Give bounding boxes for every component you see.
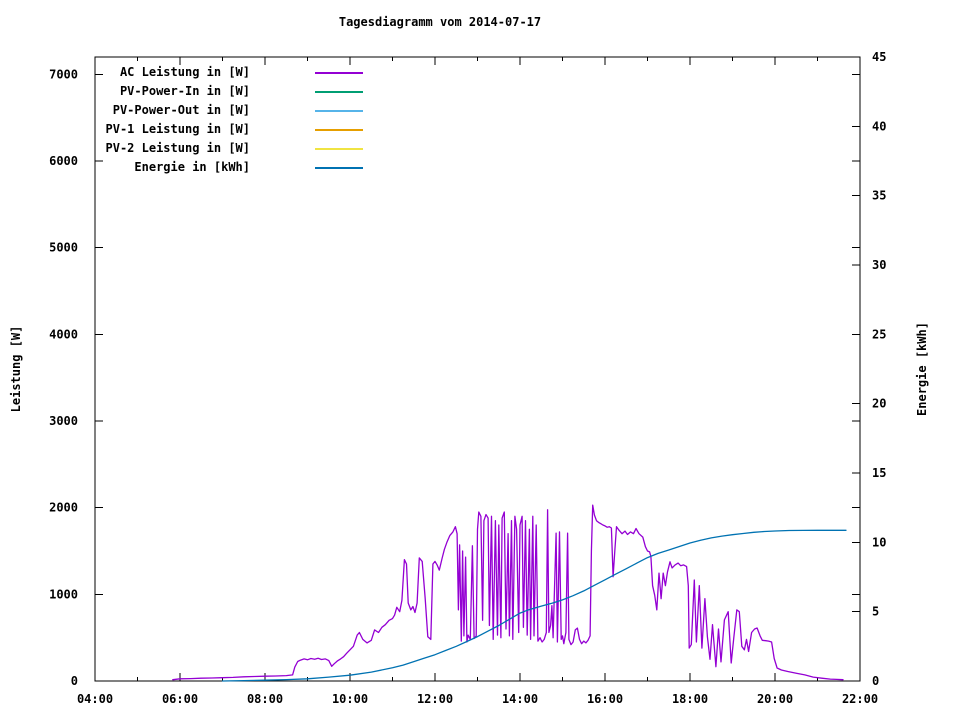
y2-axis: 0 5 10 15 20 25 30 35 40 45 [852, 50, 886, 688]
x-tick-label: 06:00 [162, 692, 198, 706]
legend-color-sample [315, 128, 363, 131]
legend-color-sample [315, 166, 363, 169]
legend-item: PV-Power-In in [W] [95, 81, 363, 100]
y2-tick-label: 0 [872, 674, 879, 688]
x-tick-label: 10:00 [332, 692, 368, 706]
y2-tick-label: 45 [872, 50, 886, 64]
legend-item: PV-1 Leistung in [W] [95, 119, 363, 138]
y-tick-label: 5000 [49, 241, 78, 255]
legend-color-sample [315, 90, 363, 93]
legend: AC Leistung in [W] PV-Power-In in [W] PV-P… [95, 62, 363, 176]
series-lines [172, 504, 847, 682]
y-tick-label: 7000 [49, 67, 78, 81]
x-tick-label: 04:00 [77, 692, 113, 706]
legend-color-sample [315, 109, 363, 112]
y2-tick-label: 10 [872, 535, 886, 549]
tagesdiagramm-chart: Tagesdiagramm vom 2014-07-17 Leistung [W… [0, 0, 960, 720]
y2-tick-label: 25 [872, 327, 886, 341]
legend-label: PV-1 Leistung in [W] [105, 122, 251, 136]
legend-item: Energie in [kWh] [95, 157, 363, 176]
legend-color-sample [315, 71, 363, 74]
y-tick-label: 1000 [49, 587, 78, 601]
legend-item: AC Leistung in [W] [95, 62, 363, 81]
y2-tick-label: 35 [872, 189, 886, 203]
x-tick-label: 16:00 [587, 692, 623, 706]
x-tick-label: 14:00 [502, 692, 538, 706]
y2-tick-label: 20 [872, 397, 886, 411]
x-tick-label: 20:00 [757, 692, 793, 706]
y-tick-label: 4000 [49, 327, 78, 341]
x-tick-label: 22:00 [842, 692, 878, 706]
legend-label: PV-2 Leistung in [W] [105, 141, 251, 155]
y-tick-label: 3000 [49, 414, 78, 428]
y2-tick-label: 40 [872, 119, 886, 133]
y-tick-label: 6000 [49, 154, 78, 168]
legend-label: PV-Power-Out in [W] [112, 103, 250, 117]
y2-tick-label: 15 [872, 466, 886, 480]
y-tick-label: 2000 [49, 501, 78, 515]
y2-tick-label: 5 [872, 605, 879, 619]
y-tick-label: 0 [71, 674, 78, 688]
y2-tick-label: 30 [872, 258, 886, 272]
series-line-ac-leistung-in-w [172, 504, 844, 681]
x-tick-label: 18:00 [672, 692, 708, 706]
x-tick-label: 12:00 [417, 692, 453, 706]
legend-item: PV-2 Leistung in [W] [95, 138, 363, 157]
legend-label: PV-Power-In in [W] [119, 84, 250, 98]
x-tick-label: 08:00 [247, 692, 283, 706]
legend-color-sample [315, 147, 363, 150]
legend-item: PV-Power-Out in [W] [95, 100, 363, 119]
legend-label: AC Leistung in [W] [119, 65, 250, 79]
legend-label: Energie in [kWh] [134, 160, 250, 174]
